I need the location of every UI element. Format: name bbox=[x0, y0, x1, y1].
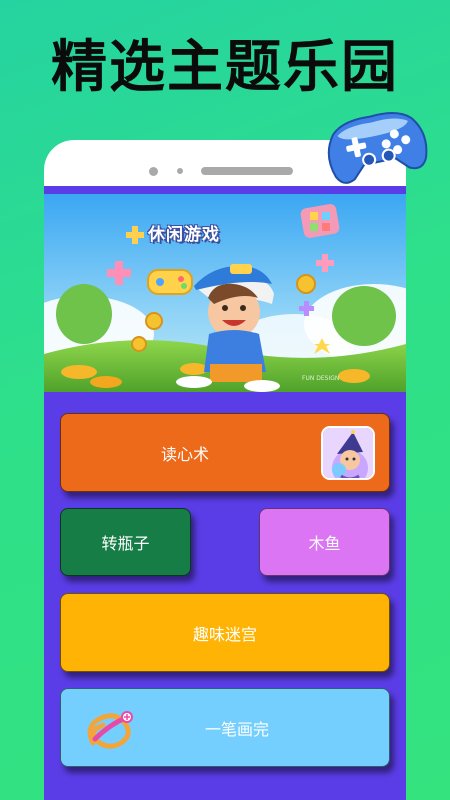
sensor-dot bbox=[177, 168, 183, 174]
read-mind-card[interactable]: 读心术 bbox=[60, 413, 390, 492]
spin-bottle-card[interactable]: 转瓶子 bbox=[60, 508, 191, 576]
speaker-grille bbox=[201, 167, 293, 175]
banner-illustration bbox=[44, 194, 406, 392]
read-mind-label: 读心术 bbox=[160, 444, 209, 464]
gamepad-icon bbox=[327, 112, 428, 184]
banner-image[interactable]: 休闲游戏 FUN DESIGN bbox=[44, 194, 406, 392]
headline: 精选主题乐园 bbox=[51, 35, 399, 100]
spin-bottle-label: 转瓶子 bbox=[101, 534, 150, 553]
stroke-loop-icon bbox=[81, 705, 137, 753]
app-screen: 休闲游戏 FUN DESIGN 读心术 转瓶子 木鱼 趣味迷宫 一笔画完 bbox=[44, 186, 406, 800]
phone-frame: 休闲游戏 FUN DESIGN 读心术 转瓶子 木鱼 趣味迷宫 一笔画完 bbox=[44, 140, 406, 800]
banner-title: 休闲游戏 bbox=[148, 225, 220, 245]
banner-watermark: FUN DESIGN bbox=[302, 375, 340, 382]
wooden-fish-card[interactable]: 木鱼 bbox=[259, 508, 390, 576]
wooden-fish-label: 木鱼 bbox=[308, 534, 341, 553]
fun-maze-label: 趣味迷宫 bbox=[192, 624, 257, 644]
one-stroke-card[interactable]: 一笔画完 bbox=[60, 688, 390, 767]
fun-maze-card[interactable]: 趣味迷宫 bbox=[60, 593, 390, 672]
one-stroke-label: 一笔画完 bbox=[204, 719, 269, 739]
wizard-icon bbox=[321, 426, 375, 480]
camera-dot bbox=[149, 167, 158, 176]
